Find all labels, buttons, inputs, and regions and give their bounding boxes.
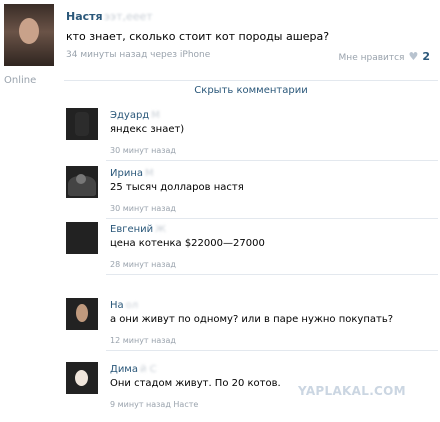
post-author-avatar[interactable] [4, 4, 54, 66]
comment-text: Они стадом живут. По 20 котов. [110, 378, 281, 389]
comment-divider [106, 218, 438, 219]
comment-timestamp[interactable]: 30 минут назад [110, 146, 176, 155]
post-author-name[interactable]: Настя [66, 10, 103, 23]
comment-timestamp[interactable]: 28 минут назад [110, 260, 176, 269]
comment-divider [106, 350, 438, 351]
comment-divider [106, 274, 438, 275]
post-text: кто знает, сколько стоит кот породы ашер… [66, 30, 330, 43]
comment-timestamp[interactable]: 12 минут назад [110, 336, 176, 345]
comment-item: Евгений Ж цена котенка $22000—27000 28 ми… [66, 222, 438, 278]
comment-item: Эдуард М яндекс знает) 30 минут назад [66, 108, 438, 164]
post-author-name-obscured: ээт,ееет [104, 10, 153, 23]
comment-text: яндекс знает) [110, 124, 185, 135]
commenter-avatar[interactable] [66, 298, 98, 330]
comment-timestamp[interactable]: 30 минут назад [110, 204, 176, 213]
commenter-avatar[interactable] [66, 166, 98, 198]
comment-item: Ирина М 25 тысяч долларов настя 30 минут … [66, 166, 438, 222]
commenter-avatar[interactable] [66, 362, 98, 394]
comment-text: 25 тысяч долларов настя [110, 182, 244, 193]
like-count: 2 [422, 50, 430, 63]
comment-text: а они живут по одному? или в паре нужно … [110, 314, 394, 325]
like-label: Мне нравится [338, 53, 405, 63]
commenter-avatar[interactable] [66, 108, 98, 140]
watermark: YAPLAKAL.COM [298, 384, 406, 398]
commenter-name[interactable]: Евгений Ж [110, 224, 166, 235]
post-timestamp[interactable]: 34 минуты назад через iPhone [66, 50, 210, 60]
like-button[interactable]: Мне нравится ♥ 2 [339, 50, 430, 63]
comment-item: На ол а они живут по одному? или в паре н… [66, 298, 438, 354]
hide-comments-link[interactable]: Скрыть комментарии [64, 80, 438, 98]
comment-text: цена котенка $22000—27000 [110, 238, 265, 249]
commenter-name[interactable]: Дима й С [110, 364, 157, 375]
commenter-name[interactable]: Эдуард М [110, 110, 160, 121]
comment-timestamp[interactable]: 9 минут назад Насте [110, 400, 198, 409]
online-status: Online [4, 75, 37, 86]
comment-divider [106, 160, 438, 161]
commenter-name[interactable]: На ол [110, 300, 138, 311]
heart-icon: ♥ [408, 50, 419, 63]
commenter-avatar[interactable] [66, 222, 98, 254]
commenter-name[interactable]: Ирина М [110, 168, 154, 179]
